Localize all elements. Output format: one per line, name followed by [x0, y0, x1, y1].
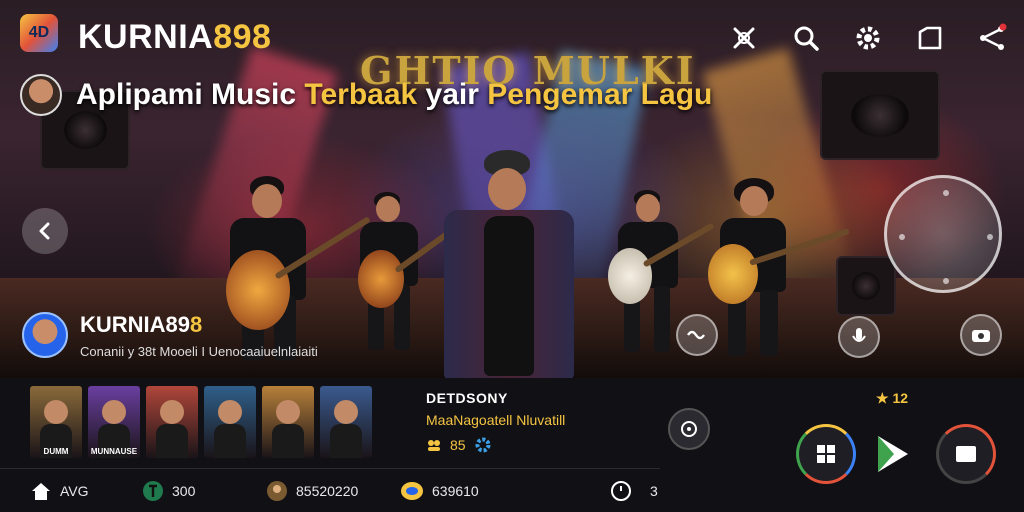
gear-icon[interactable]: [850, 20, 886, 56]
nav-item-home[interactable]: AVG: [30, 480, 89, 502]
album-thumbnail[interactable]: [146, 386, 198, 458]
back-button[interactable]: [22, 208, 68, 254]
track-meta: 85: [426, 436, 565, 454]
track-subtitle: MaaNagoatell Nluvatill: [426, 412, 566, 428]
thumbnail-figure: [44, 400, 68, 424]
thumbnail-figure: [102, 400, 126, 424]
app-logo[interactable]: 4D: [20, 14, 58, 52]
camera-button[interactable]: [960, 314, 1002, 356]
close-icon[interactable]: [726, 20, 762, 56]
share-icon[interactable]: [974, 20, 1010, 56]
star-icon: ★: [876, 390, 889, 406]
artist-name-text: KURNIA89: [80, 312, 191, 337]
nav-label: 3: [650, 482, 658, 499]
joystick[interactable]: [884, 175, 1002, 293]
track-info: DETDSONY MaaNagoatell Nluvatill 85: [426, 390, 565, 454]
thumbnail-figure: [330, 424, 362, 458]
nav-item-timer[interactable]: 3: [610, 480, 658, 502]
thumbnail-figure: [156, 424, 188, 458]
mic-icon: [852, 328, 866, 342]
rating-value: 12: [892, 390, 909, 406]
thumbnail-figure: [334, 400, 358, 424]
nav-label: AVG: [60, 482, 89, 499]
stop-icon: [956, 446, 976, 462]
thumbnail-figure: [160, 400, 184, 424]
vibrato-button[interactable]: [676, 314, 718, 356]
nav-item-music[interactable]: 300: [142, 480, 195, 502]
coin-icon: [401, 481, 423, 500]
thumbnail-figure: [218, 400, 242, 424]
thumbnail-caption: MUNNAUSE: [90, 447, 138, 456]
nav-label: 639610: [432, 482, 479, 499]
artist-info: KURNIA898 Conanii y 38t Mooeli I Uenocaa…: [22, 312, 318, 359]
thumbnail-figure: [214, 424, 246, 458]
thumbnail-strip: DUMM MUNNAUSE: [30, 386, 372, 458]
user-icon: [267, 480, 287, 501]
artist-name-suffix: 8: [190, 312, 203, 337]
thumbnail-caption: DUMM: [43, 447, 69, 456]
album-thumbnail[interactable]: [204, 386, 256, 458]
tagline-text: yair: [417, 78, 488, 111]
timer-icon: [611, 480, 631, 501]
track-title: DETDSONY: [426, 390, 508, 406]
wave-icon: [687, 330, 705, 340]
top-toolbar: [726, 20, 1010, 56]
search-icon[interactable]: [788, 20, 824, 56]
nav-item-profile[interactable]: 85520220: [266, 480, 358, 502]
tagline-highlight: Pengemar Lagu: [487, 78, 713, 111]
tagline-highlight: Terbaak: [304, 78, 418, 111]
play-icon: [878, 436, 908, 472]
group-icon: [428, 440, 440, 451]
nav-label: 300: [172, 482, 196, 499]
home-icon: [32, 482, 50, 500]
music-icon: [143, 480, 163, 501]
tagline-text: Aplipami Music: [76, 78, 305, 111]
album-thumbnail[interactable]: [320, 386, 372, 458]
thumbnail-figure: [272, 424, 304, 458]
play-button[interactable]: [862, 424, 922, 484]
track-count: 85: [450, 437, 466, 453]
speaker: [836, 256, 896, 316]
chevron-left-icon: [39, 222, 50, 240]
album-thumbnail[interactable]: MUNNAUSE: [88, 386, 140, 458]
speaker: [820, 70, 940, 160]
menu-button[interactable]: [796, 424, 856, 484]
brand-name: KURNIA: [78, 18, 214, 56]
disc-icon: [681, 421, 697, 437]
artist-subtitle: Conanii y 38t Mooeli I Uenocaaiuelnlaiai…: [80, 344, 318, 359]
disc-button[interactable]: [668, 408, 710, 450]
album-thumbnail[interactable]: [262, 386, 314, 458]
tagline-row: Aplipami Music Terbaak yair Pengemar Lag…: [20, 74, 712, 116]
mic-button[interactable]: [838, 316, 880, 358]
album-thumbnail[interactable]: DUMM: [30, 386, 82, 458]
bottom-nav: AVG 300 85520220 639610 3: [0, 468, 660, 512]
artist-name: KURNIA898: [80, 312, 318, 338]
stop-button[interactable]: [936, 424, 996, 484]
nav-label: 85520220: [296, 482, 359, 499]
rating: ★ 12: [876, 390, 908, 407]
avatar[interactable]: [20, 74, 62, 116]
folder-icon[interactable]: [912, 20, 948, 56]
gear-icon[interactable]: [474, 436, 492, 454]
nav-item-coins[interactable]: 639610: [400, 480, 479, 502]
camera-icon: [972, 330, 990, 342]
avatar[interactable]: [22, 312, 68, 358]
thumbnail-figure: [276, 400, 300, 424]
tagline: Aplipami Music Terbaak yair Pengemar Lag…: [76, 78, 712, 112]
brand-title: KURNIA898: [78, 18, 271, 57]
brand-number: 898: [213, 18, 272, 56]
grid-icon: [817, 445, 835, 463]
